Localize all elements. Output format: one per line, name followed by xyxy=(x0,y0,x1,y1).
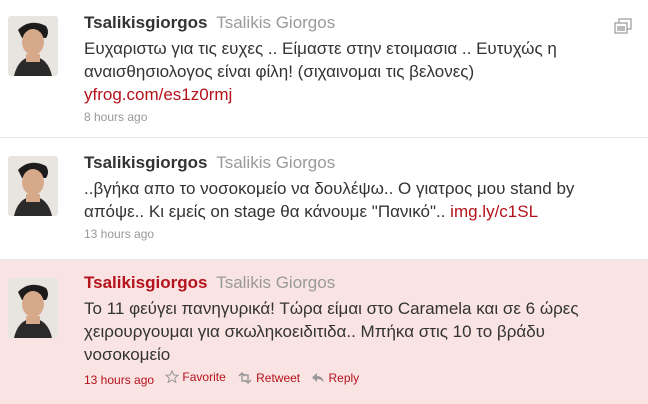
screen-name[interactable]: Tsalikisgiorgos xyxy=(84,13,207,32)
full-name: Tsalikis Giorgos xyxy=(216,153,336,172)
avatar[interactable] xyxy=(8,156,58,216)
tweet-body: Tsalikisgiorgos Tsalikis Giorgos ..βγήκα… xyxy=(84,152,628,242)
timestamp[interactable]: 13 hours ago xyxy=(84,227,154,241)
tweet-meta: 8 hours ago xyxy=(84,109,628,125)
favorite-button[interactable]: Favorite xyxy=(165,369,226,385)
favorite-label: Favorite xyxy=(182,370,226,384)
tweet: Tsalikisgiorgos Tsalikis Giorgos Ευχαρισ… xyxy=(0,0,648,138)
tweet-link[interactable]: img.ly/c1SL xyxy=(450,202,538,221)
reply-icon xyxy=(312,373,325,383)
tweet-text-content: Ευχαριστω για τις ευχες .. Είμαστε στην … xyxy=(84,39,557,81)
reply-label: Reply xyxy=(328,371,360,385)
timestamp[interactable]: 8 hours ago xyxy=(84,110,147,124)
retweet-label: Retweet xyxy=(256,371,301,385)
tweet-text: Ευχαριστω για τις ευχες .. Είμαστε στην … xyxy=(84,37,628,106)
screen-name[interactable]: Tsalikisgiorgos xyxy=(84,153,207,172)
retweet-button[interactable]: Retweet xyxy=(237,370,300,386)
tweet-header: Tsalikisgiorgos Tsalikis Giorgos xyxy=(84,12,628,34)
star-icon xyxy=(165,370,180,384)
full-name: Tsalikis Giorgos xyxy=(216,273,336,292)
tweet-header: Tsalikisgiorgos Tsalikis Giorgos xyxy=(84,272,628,294)
full-name: Tsalikis Giorgos xyxy=(216,13,336,32)
tweet-body: Tsalikisgiorgos Tsalikis Giorgos Το 11 φ… xyxy=(84,272,628,388)
tweet-feed: Tsalikisgiorgos Tsalikis Giorgos Ευχαρισ… xyxy=(0,0,648,404)
tweet-body: Tsalikisgiorgos Tsalikis Giorgos Ευχαρισ… xyxy=(84,12,628,125)
timestamp[interactable]: 13 hours ago xyxy=(84,373,154,387)
reply-button[interactable]: Reply xyxy=(311,370,359,386)
tweet-link[interactable]: yfrog.com/es1z0rmj xyxy=(84,85,232,104)
tweet-text: Το 11 φεύγει πανηγυρικά! Τώρα είμαι στο … xyxy=(84,297,628,366)
retweet-icon xyxy=(238,372,252,384)
avatar[interactable] xyxy=(8,278,58,338)
avatar[interactable] xyxy=(8,16,58,76)
screen-name[interactable]: Tsalikisgiorgos xyxy=(84,273,207,292)
tweet: Tsalikisgiorgos Tsalikis Giorgos ..βγήκα… xyxy=(0,138,648,260)
tweet-meta: 13 hours ago xyxy=(84,226,628,242)
tweet-header: Tsalikisgiorgos Tsalikis Giorgos xyxy=(84,152,628,174)
tweet-highlighted: Tsalikisgiorgos Tsalikis Giorgos Το 11 φ… xyxy=(0,260,648,404)
tweet-text: ..βγήκα απο το νοσοκομείο να δουλέψω.. Ο… xyxy=(84,177,628,223)
tweet-text-content: Το 11 φεύγει πανηγυρικά! Τώρα είμαι στο … xyxy=(84,299,579,364)
tweet-actions: 13 hours ago Favorite Retweet Reply xyxy=(84,369,628,388)
